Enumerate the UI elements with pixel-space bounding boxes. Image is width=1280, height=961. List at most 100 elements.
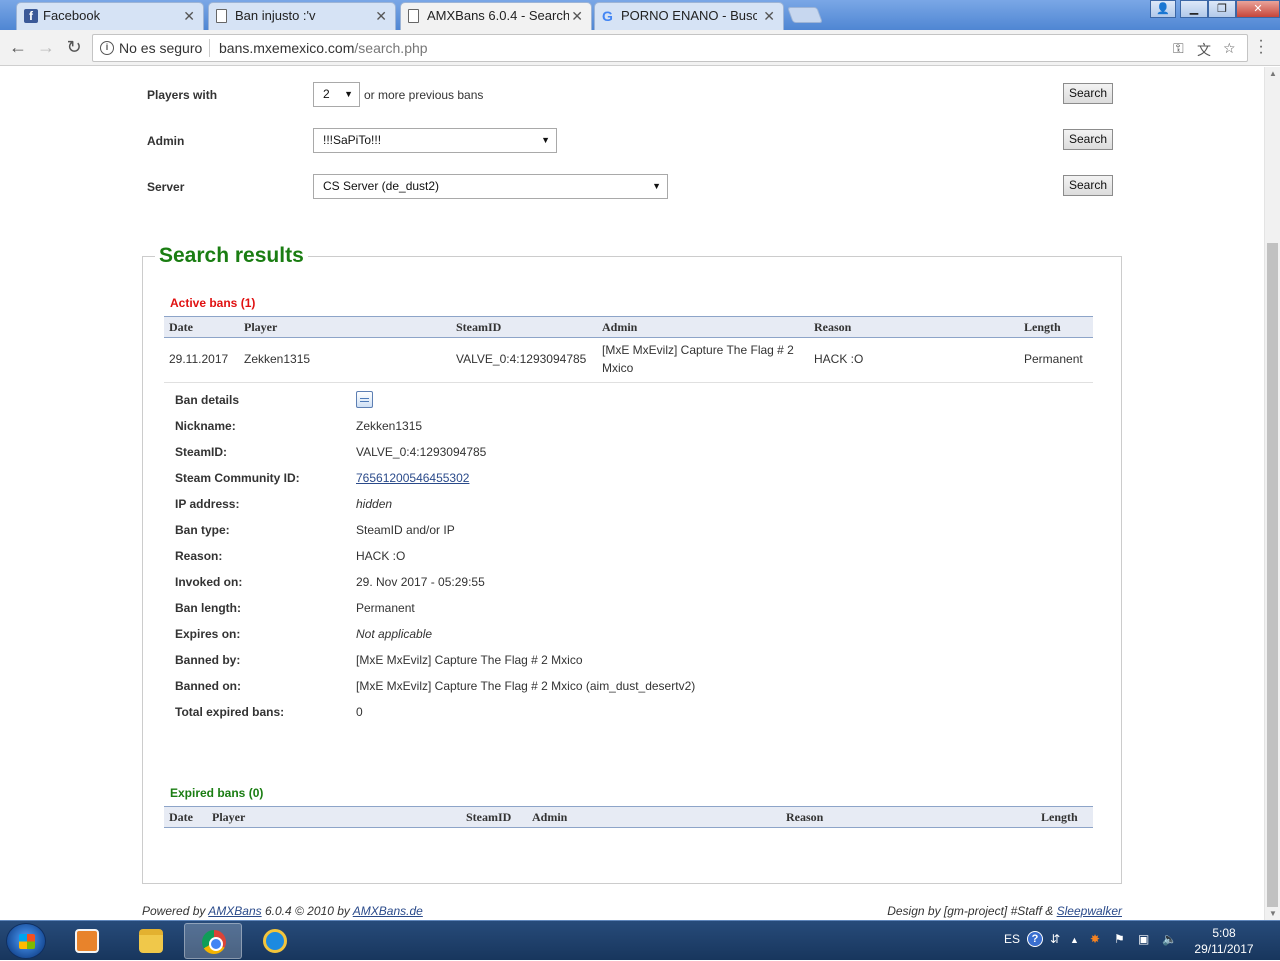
minimize-button[interactable]: ▁ bbox=[1180, 0, 1208, 18]
key-icon[interactable]: ⚿ bbox=[1173, 40, 1184, 57]
cell-reason: HACK :O bbox=[814, 352, 864, 366]
detail-label-total-expired: Total expired bans: bbox=[175, 705, 285, 719]
avast-icon[interactable]: ✸ bbox=[1090, 932, 1100, 946]
column-date: Date bbox=[169, 810, 193, 824]
network-adapter-icon[interactable]: ⇵ bbox=[1050, 932, 1060, 946]
column-admin: Admin bbox=[532, 810, 568, 824]
admin-select[interactable]: !!!SaPiTo!!! ▼ bbox=[313, 128, 557, 153]
detail-value-banned-on: [MxE MxEvilz] Capture The Flag # 2 Mxico… bbox=[356, 679, 696, 693]
column-length: Length bbox=[1024, 320, 1061, 334]
detail-label-ban-type: Ban type: bbox=[175, 523, 230, 537]
back-arrow-icon[interactable]: ← bbox=[6, 36, 30, 60]
detail-value-steamid: VALVE_0:4:1293094785 bbox=[356, 445, 487, 459]
search-results-title: Search results bbox=[155, 244, 308, 268]
detail-label-nickname: Nickname: bbox=[175, 419, 236, 433]
tab-close-icon[interactable]: ✕ bbox=[375, 3, 387, 29]
system-clock[interactable]: 5:08 29/11/2017 bbox=[1186, 925, 1262, 957]
new-tab-button[interactable] bbox=[787, 7, 823, 23]
detail-value-banned-by: [MxE MxEvilz] Capture The Flag # 2 Mxico bbox=[356, 653, 583, 667]
expired-bans-title: Expired bans (0) bbox=[170, 786, 264, 800]
detail-label-expires-on: Expires on: bbox=[175, 627, 241, 641]
url-separator bbox=[209, 39, 210, 57]
amxbans-de-link[interactable]: AMXBans.de bbox=[353, 904, 423, 918]
tab-ban-injusto[interactable]: Ban injusto :'v ✕ bbox=[208, 2, 396, 30]
server-select[interactable]: CS Server (de_dust2) ▼ bbox=[313, 174, 668, 199]
search-players-button[interactable]: Search bbox=[1063, 83, 1113, 104]
taskbar-file-explorer[interactable] bbox=[122, 923, 180, 959]
scroll-up-arrow-icon[interactable]: ▲ bbox=[1269, 69, 1277, 78]
reload-icon[interactable]: ↻ bbox=[62, 36, 86, 60]
page-viewport: Players with 2 ▼ or more previous bans S… bbox=[0, 67, 1264, 920]
cell-steamid: VALVE_0:4:1293094785 bbox=[456, 352, 587, 366]
column-reason: Reason bbox=[786, 810, 824, 824]
close-window-button[interactable]: ✕ bbox=[1236, 0, 1280, 18]
address-bar[interactable]: i No es seguro bans.mxemexico.com/search… bbox=[92, 34, 1248, 62]
help-icon[interactable]: ? bbox=[1027, 931, 1043, 947]
network-icon[interactable]: ▣ bbox=[1138, 932, 1149, 946]
taskbar-chrome[interactable] bbox=[184, 923, 242, 959]
amxbans-link[interactable]: AMXBans bbox=[208, 904, 261, 918]
folder-icon bbox=[139, 929, 163, 953]
search-server-button[interactable]: Search bbox=[1063, 175, 1113, 196]
detail-label-ip: IP address: bbox=[175, 497, 240, 511]
column-length: Length bbox=[1041, 810, 1078, 824]
forward-arrow-icon[interactable]: → bbox=[34, 36, 58, 60]
detail-value-ban-type: SteamID and/or IP bbox=[356, 523, 455, 537]
start-button[interactable] bbox=[6, 923, 46, 959]
tab-amxbans-search[interactable]: AMXBans 6.0.4 - Search ✕ bbox=[400, 2, 592, 30]
detail-label-steamid: SteamID: bbox=[175, 445, 228, 459]
url-text[interactable]: bans.mxemexico.com/search.php bbox=[219, 40, 428, 56]
browser-tab-strip: f Facebook ✕ Ban injusto :'v ✕ AMXBans 6… bbox=[0, 0, 1280, 30]
detail-value-ip: hidden bbox=[356, 497, 393, 511]
cell-date: 29.11.2017 bbox=[169, 352, 229, 366]
document-icon bbox=[408, 9, 419, 23]
show-hidden-icons-icon[interactable]: ▲ bbox=[1070, 935, 1079, 945]
admin-label: Admin bbox=[147, 134, 185, 148]
facebook-icon: f bbox=[24, 9, 38, 23]
detail-label-banned-by: Banned by: bbox=[175, 653, 241, 667]
steam-community-id-link[interactable]: 76561200546455302 bbox=[356, 471, 469, 485]
user-profile-icon[interactable]: 👤 bbox=[1150, 0, 1176, 18]
tab-facebook[interactable]: f Facebook ✕ bbox=[16, 2, 204, 30]
tab-close-icon[interactable]: ✕ bbox=[571, 3, 583, 29]
players-with-select[interactable]: 2 ▼ bbox=[313, 82, 360, 107]
players-with-row: Players with 2 ▼ or more previous bans S… bbox=[147, 82, 1113, 108]
sleepwalker-link[interactable]: Sleepwalker bbox=[1057, 904, 1122, 918]
detail-value-invoked-on: 29. Nov 2017 - 05:29:55 bbox=[356, 575, 485, 589]
tab-label: AMXBans 6.0.4 - Search bbox=[427, 8, 569, 23]
search-admin-button[interactable]: Search bbox=[1063, 129, 1113, 150]
players-with-label: Players with bbox=[147, 88, 218, 102]
table-row[interactable]: 29.11.2017 Zekken1315 VALVE_0:4:12930947… bbox=[164, 338, 1093, 383]
scroll-down-arrow-icon[interactable]: ▼ bbox=[1269, 909, 1277, 918]
column-date: Date bbox=[169, 320, 193, 334]
tab-close-icon[interactable]: ✕ bbox=[763, 3, 775, 29]
language-indicator[interactable]: ES bbox=[1004, 932, 1020, 946]
info-icon[interactable]: i bbox=[100, 41, 114, 55]
taskbar-internet-explorer[interactable] bbox=[246, 923, 304, 959]
powered-middle: 6.0.4 © 2010 by bbox=[264, 904, 350, 918]
tab-close-icon[interactable]: ✕ bbox=[183, 3, 195, 29]
internet-explorer-icon bbox=[263, 929, 287, 953]
tab-google-search[interactable]: G PORNO ENANO - Buscar ✕ bbox=[594, 2, 784, 30]
translate-icon[interactable]: 文 bbox=[1197, 40, 1211, 60]
column-admin: Admin bbox=[602, 320, 638, 334]
admin-row: Admin !!!SaPiTo!!! ▼ Search bbox=[147, 128, 1113, 154]
maximize-button[interactable]: ❐ bbox=[1208, 0, 1236, 18]
taskbar-media-player[interactable] bbox=[58, 923, 116, 959]
detail-value-ban-length: Permanent bbox=[356, 601, 415, 615]
column-reason: Reason bbox=[814, 320, 852, 334]
server-value: CS Server (de_dust2) bbox=[323, 179, 440, 193]
browser-menu-icon[interactable]: · · · bbox=[1256, 33, 1266, 61]
bookmark-star-icon[interactable]: ☆ bbox=[1223, 40, 1236, 57]
admin-value: !!!SaPiTo!!! bbox=[323, 133, 382, 147]
action-center-flag-icon[interactable]: ⚑ bbox=[1114, 932, 1125, 946]
scrollbar-thumb[interactable] bbox=[1267, 243, 1278, 907]
ban-details-header: Ban details bbox=[175, 393, 240, 407]
design-prefix: Design by [gm-project] #Staff & bbox=[887, 904, 1054, 918]
page-scrollbar[interactable]: ▲ ▼ bbox=[1264, 67, 1280, 920]
volume-icon[interactable]: 🔈 bbox=[1162, 932, 1177, 946]
column-steamid: SteamID bbox=[456, 320, 502, 334]
chrome-icon bbox=[202, 930, 226, 954]
cell-length: Permanent bbox=[1024, 352, 1083, 366]
ban-details-document-icon[interactable] bbox=[356, 391, 373, 408]
